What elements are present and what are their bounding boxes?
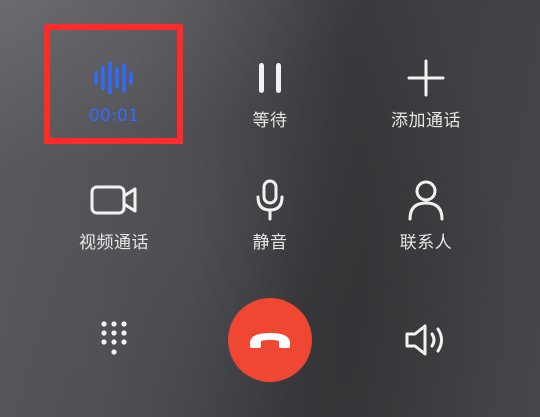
record-button[interactable]: 00:01 bbox=[49, 52, 179, 152]
video-call-button[interactable]: 视频通话 bbox=[49, 174, 179, 274]
call-screen: 00:01 等待 添加通话 视频通话 静音 联系人 bbox=[0, 0, 540, 417]
hold-button[interactable]: 等待 bbox=[205, 52, 335, 152]
phone-hangup-icon bbox=[250, 333, 290, 348]
mute-button[interactable]: 静音 bbox=[205, 174, 335, 274]
contacts-label: 联系人 bbox=[399, 233, 453, 253]
add-call-label: 添加通话 bbox=[391, 111, 461, 131]
hold-label: 等待 bbox=[252, 111, 288, 131]
microphone-icon bbox=[253, 178, 287, 222]
hangup-button[interactable] bbox=[228, 298, 312, 382]
speaker-button[interactable] bbox=[386, 300, 466, 380]
add-call-button[interactable]: 添加通话 bbox=[361, 52, 491, 152]
person-icon bbox=[407, 178, 445, 222]
plus-icon bbox=[406, 56, 446, 100]
video-camera-icon bbox=[90, 178, 138, 222]
speaker-icon bbox=[405, 324, 443, 356]
dialpad-icon bbox=[101, 321, 127, 355]
video-call-label: 视频通话 bbox=[79, 233, 149, 253]
voice-wave-icon bbox=[91, 56, 137, 100]
mute-label: 静音 bbox=[252, 233, 288, 253]
dialpad-button[interactable] bbox=[74, 300, 154, 380]
pause-icon bbox=[255, 56, 285, 100]
call-timer: 00:01 bbox=[88, 106, 140, 126]
contacts-button[interactable]: 联系人 bbox=[361, 174, 491, 274]
